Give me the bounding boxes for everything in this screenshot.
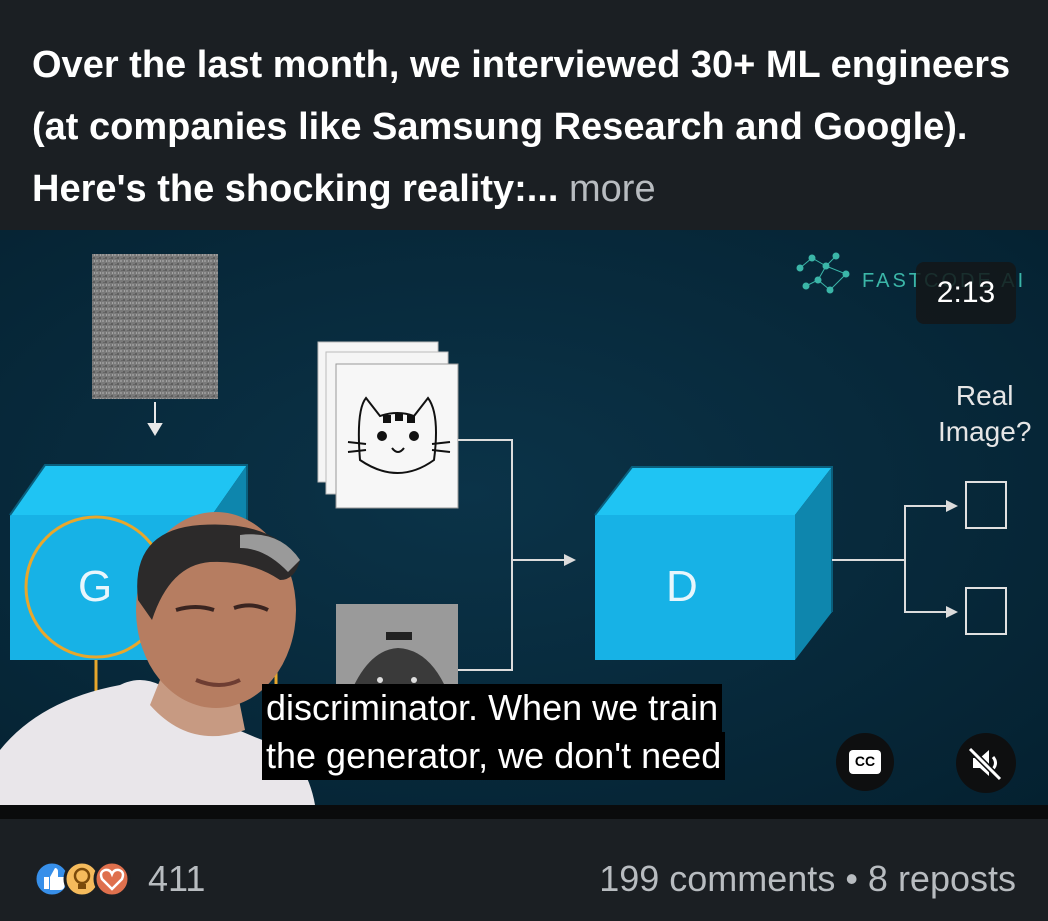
discriminator-cube — [594, 466, 833, 660]
reposts-count-link[interactable]: 8 reposts — [868, 858, 1016, 899]
caption-line-2: the generator, we don't need — [262, 732, 726, 780]
mute-button[interactable] — [956, 733, 1016, 793]
cc-label: CC — [854, 753, 876, 769]
reaction-count: 411 — [148, 858, 206, 899]
post-body: Over the last month, we interviewed 30+ … — [32, 44, 1011, 210]
video-timestamp: 2:13 — [916, 262, 1016, 324]
noise-image — [92, 254, 218, 399]
reactions-summary[interactable]: 411 — [32, 855, 205, 903]
love-reaction-icon — [93, 860, 131, 898]
video-captions: discriminator. When we train the generat… — [262, 684, 726, 780]
question-line-2: Image? — [938, 416, 1032, 447]
separator-dot: • — [845, 858, 858, 899]
question-line-1: Real — [955, 380, 1014, 411]
real-image-stack — [317, 341, 459, 509]
video-progress-track[interactable] — [0, 805, 1048, 819]
discriminator-label: D — [666, 562, 698, 611]
closed-captions-button[interactable]: CC — [836, 733, 894, 791]
generator-label: G — [78, 562, 113, 611]
post-text: Over the last month, we interviewed 30+ … — [32, 34, 1022, 220]
see-more-link[interactable]: more — [569, 168, 656, 210]
real-image-question: Real Image? — [938, 378, 1031, 450]
speaker-muted-icon — [967, 746, 1003, 782]
comments-count-link[interactable]: 199 comments — [599, 858, 835, 899]
social-stats: 199 comments • 8 reposts — [599, 855, 1016, 903]
caption-line-1: discriminator. When we train — [262, 684, 723, 732]
